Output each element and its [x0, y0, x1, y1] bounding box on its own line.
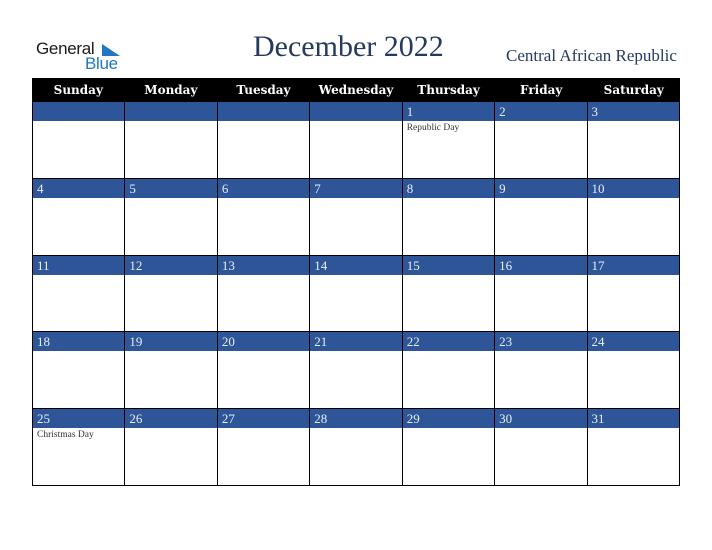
day-number: 5	[125, 178, 217, 198]
day-cell[interactable]: 4	[33, 178, 126, 256]
generalblue-logo: General Blue	[36, 39, 126, 75]
day-cell[interactable]: 16	[495, 255, 588, 333]
day-cell[interactable]: 24	[587, 332, 680, 410]
day-number	[310, 102, 402, 121]
day-number: 26	[125, 409, 217, 429]
day-number: 22	[402, 332, 495, 352]
day-cell[interactable]: 3	[587, 102, 680, 179]
day-number: 2	[495, 102, 587, 121]
day-number: 17	[587, 255, 679, 275]
weekday-friday: Friday	[520, 83, 563, 97]
day-number: 21	[310, 332, 402, 352]
week-row: 4 5 6 7 8 9 10	[32, 178, 680, 256]
day-cell[interactable]: 22	[402, 332, 496, 410]
day-cell[interactable]: 15	[402, 255, 496, 333]
day-cell[interactable]: 25 Christmas Day	[33, 409, 126, 486]
day-number: 24	[587, 332, 679, 352]
day-cell[interactable]	[310, 102, 403, 179]
day-number: 11	[33, 255, 125, 275]
day-number: 12	[125, 255, 217, 275]
day-cell[interactable]: 18	[33, 332, 126, 410]
day-cell[interactable]: 23	[495, 332, 588, 410]
day-number: 18	[33, 332, 125, 352]
country-label: Central African Republic	[506, 46, 677, 65]
day-number	[125, 102, 217, 121]
day-cell[interactable]: 2	[495, 102, 588, 179]
day-number	[217, 102, 310, 121]
day-cell[interactable]: 21	[310, 332, 403, 410]
weekday-sunday: Sunday	[53, 83, 103, 97]
week-row: 25 Christmas Day 26 27 28 29 30 31	[32, 409, 680, 486]
day-cell[interactable]: 13	[217, 255, 311, 333]
day-number: 20	[217, 332, 310, 352]
day-number: 28	[310, 409, 402, 429]
holiday-label: Christmas Day	[37, 430, 94, 441]
weekday-thursday: Thursday	[417, 83, 480, 97]
day-cell[interactable]: 14	[310, 255, 403, 333]
week-row: 18 19 20 21 22 23 24	[32, 332, 680, 410]
calendar-grid: Sunday Monday Tuesday Wednesday Thursday…	[32, 78, 680, 486]
day-number: 6	[217, 178, 310, 198]
day-number: 15	[402, 255, 495, 275]
day-cell[interactable]: 29	[402, 409, 496, 486]
day-number: 4	[33, 178, 125, 198]
day-number: 3	[587, 102, 679, 121]
day-number: 27	[217, 409, 310, 429]
day-number: 1	[402, 102, 495, 121]
day-number: 14	[310, 255, 402, 275]
day-cell[interactable]: 9	[495, 178, 588, 256]
holiday-label: Republic Day	[406, 123, 460, 133]
weekday-wednesday: Wednesday	[318, 83, 394, 97]
day-number: 19	[125, 332, 217, 352]
day-cell[interactable]: 27	[217, 409, 311, 486]
calendar-title: December 2022	[253, 30, 444, 63]
day-number: 23	[495, 332, 587, 352]
day-cell[interactable]: 8	[402, 178, 496, 256]
day-number: 16	[495, 255, 587, 275]
weekday-saturday: Saturday	[603, 83, 664, 97]
day-number: 30	[495, 409, 587, 429]
day-cell[interactable]: 30	[495, 409, 588, 486]
day-number: 31	[587, 409, 679, 429]
day-number: 7	[310, 178, 402, 198]
weekday-monday: Monday	[144, 83, 198, 97]
logo-text-blue: Blue	[85, 54, 118, 73]
day-number: 10	[587, 178, 679, 198]
day-cell[interactable]: 20	[217, 332, 311, 410]
day-cell[interactable]: 11	[33, 255, 126, 333]
day-cell[interactable]	[217, 102, 311, 179]
week-row: 1 Republic Day 2 3	[32, 102, 680, 179]
weekday-tuesday: Tuesday	[236, 83, 291, 97]
day-cell[interactable]: 1 Republic Day	[402, 102, 496, 179]
day-cell[interactable]: 6	[217, 178, 311, 256]
day-cell[interactable]: 10	[587, 178, 680, 256]
day-number	[33, 102, 125, 121]
day-cell[interactable]: 12	[125, 255, 218, 333]
day-number: 9	[495, 178, 587, 198]
day-number: 29	[402, 409, 495, 429]
day-cell[interactable]: 31	[587, 409, 680, 486]
day-number: 25	[33, 409, 125, 429]
day-cell[interactable]	[125, 102, 218, 179]
day-cell[interactable]: 26	[125, 409, 218, 486]
day-cell[interactable]: 17	[587, 255, 680, 333]
day-number: 8	[402, 178, 495, 198]
weekday-header-row: Sunday Monday Tuesday Wednesday Thursday…	[32, 78, 680, 102]
day-cell[interactable]: 7	[310, 178, 403, 256]
day-cell[interactable]: 28	[310, 409, 403, 486]
day-cell[interactable]: 19	[125, 332, 218, 410]
day-cell[interactable]	[33, 102, 126, 179]
week-row: 11 12 13 14 15 16 17	[32, 255, 680, 333]
day-cell[interactable]: 5	[125, 178, 218, 256]
day-number: 13	[217, 255, 310, 275]
